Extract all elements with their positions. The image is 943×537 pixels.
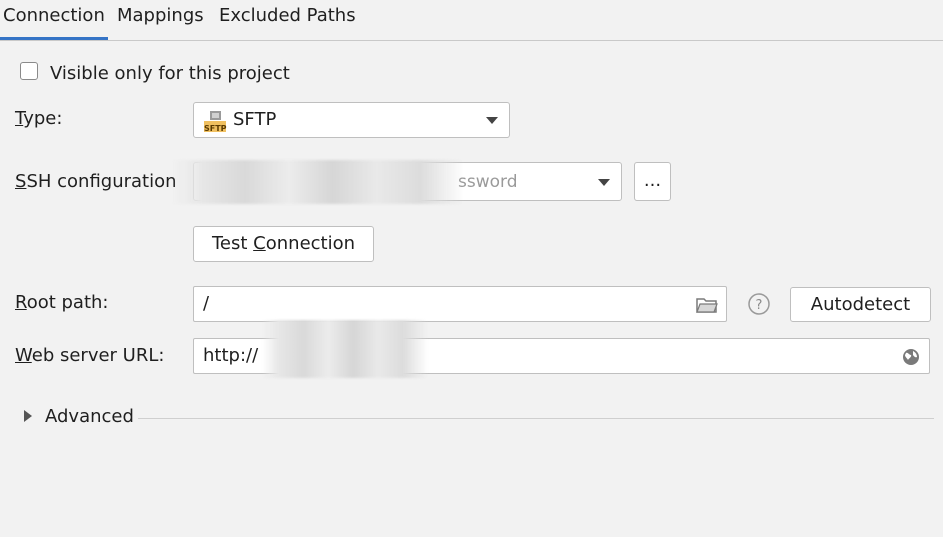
svg-text:?: ? (756, 298, 763, 313)
redacted-region (262, 320, 428, 378)
ssh-config-more-button[interactable]: ... (634, 162, 671, 201)
root-path-input[interactable]: / (193, 286, 727, 322)
advanced-divider (138, 418, 934, 419)
active-tab-indicator (0, 37, 108, 40)
ssh-config-value: ssword (458, 172, 518, 192)
visible-only-checkbox[interactable] (20, 62, 38, 80)
root-path-label: Root path: (15, 292, 109, 313)
ssh-config-label: SSH configuration (15, 171, 177, 192)
tab-excluded-paths[interactable]: Excluded Paths (219, 4, 356, 34)
visible-only-label: Visible only for this project (50, 63, 290, 84)
tab-connection[interactable]: Connection (3, 4, 105, 34)
root-path-value: / (203, 293, 210, 314)
advanced-section-label[interactable]: Advanced (45, 405, 134, 429)
web-server-url-value: http:// (203, 345, 259, 366)
chevron-down-icon (598, 179, 610, 186)
web-server-url-label: Web server URL: (15, 345, 165, 366)
tab-mappings[interactable]: Mappings (117, 4, 204, 34)
test-connection-button[interactable]: Test Connection (193, 226, 374, 262)
type-value: SFTP (233, 109, 277, 130)
redacted-region (172, 160, 464, 204)
folder-icon[interactable] (696, 296, 718, 314)
sftp-icon-text: SFTP (204, 124, 227, 133)
autodetect-button[interactable]: Autodetect (790, 287, 931, 322)
type-label: Type: (15, 108, 63, 129)
chevron-down-icon (486, 117, 498, 124)
help-icon[interactable]: ? (748, 293, 770, 315)
expand-triangle-icon[interactable] (24, 410, 32, 422)
type-dropdown[interactable]: SFTP SFTP (193, 102, 510, 138)
globe-icon[interactable] (902, 348, 920, 366)
